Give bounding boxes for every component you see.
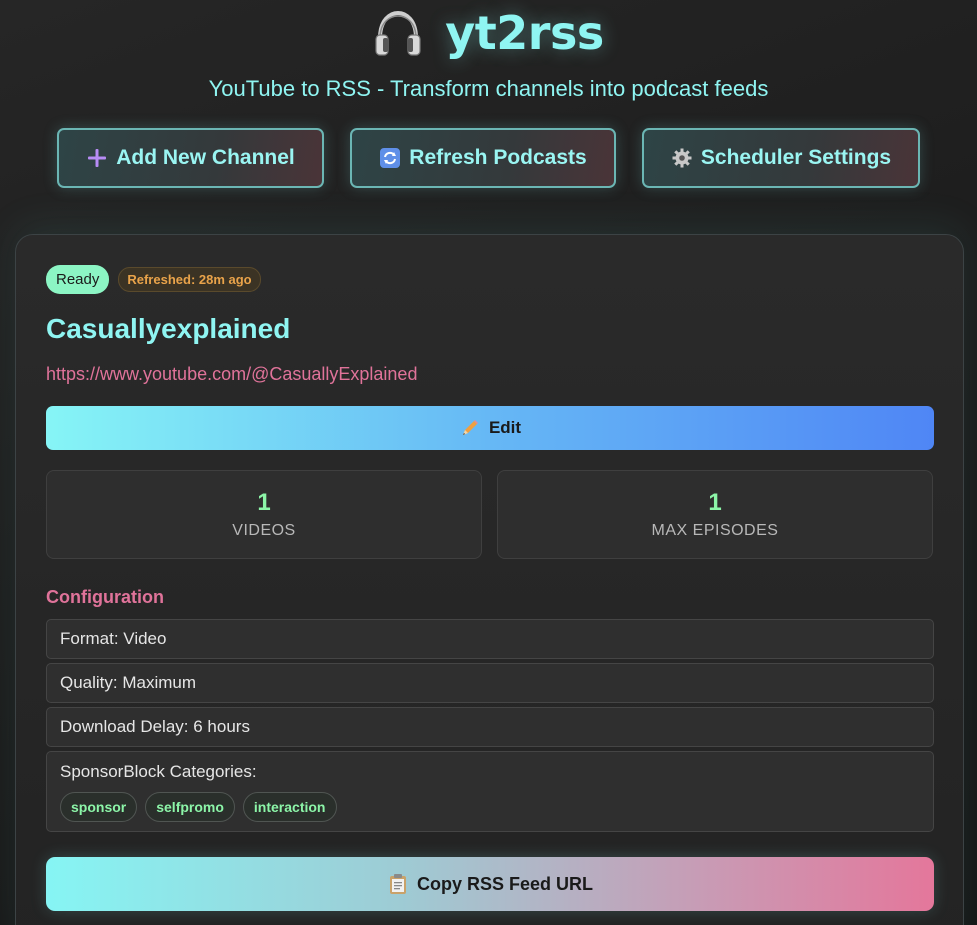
sponsorblock-label: SponsorBlock Categories:	[60, 762, 257, 781]
refresh-podcasts-button[interactable]: Refresh Podcasts	[350, 128, 616, 188]
refresh-podcasts-label: Refresh Podcasts	[409, 146, 587, 169]
videos-stat: 1 VIDEOS	[46, 470, 482, 559]
add-channel-button[interactable]: Add New Channel	[57, 128, 324, 188]
refresh-icon	[379, 147, 401, 169]
add-channel-label: Add New Channel	[116, 146, 295, 169]
app-subtitle: YouTube to RSS - Transform channels into…	[208, 76, 769, 101]
channel-card: Ready Refreshed: 28m ago Casuallyexplain…	[15, 234, 964, 925]
max-episodes-count: 1	[708, 489, 722, 516]
config-download-delay: Download Delay: 6 hours	[46, 707, 934, 747]
edit-button[interactable]: Edit	[46, 406, 934, 450]
app-header: yt2rss YouTube to RSS - Transform channe…	[0, 0, 977, 188]
scheduler-settings-button[interactable]: Scheduler Settings	[642, 128, 920, 188]
status-badge: Ready	[46, 265, 110, 294]
gear-icon	[671, 147, 693, 169]
pencil-icon	[459, 417, 481, 439]
edit-label: Edit	[488, 418, 522, 437]
sponsorblock-tag: selfpromo	[145, 792, 235, 822]
configuration-list: Format: Video Quality: Maximum Download …	[46, 619, 934, 836]
scheduler-settings-label: Scheduler Settings	[700, 146, 892, 169]
sponsorblock-tag: interaction	[242, 792, 337, 822]
plus-icon	[86, 147, 108, 169]
refreshed-badge: Refreshed: 28m ago	[118, 267, 261, 292]
config-format: Format: Video	[46, 619, 934, 659]
videos-count: 1	[257, 489, 271, 516]
config-sponsorblock: SponsorBlock Categories: sponsor selfpro…	[46, 751, 934, 832]
clipboard-icon	[387, 873, 409, 895]
app-title: yt2rss	[445, 6, 604, 60]
status-badges: Ready Refreshed: 28m ago	[46, 265, 261, 294]
title-row: yt2rss	[0, 2, 977, 64]
copy-rss-feed-button[interactable]: Copy RSS Feed URL	[46, 857, 934, 911]
configuration-heading: Configuration	[46, 587, 164, 607]
config-quality: Quality: Maximum	[46, 663, 934, 703]
videos-label: VIDEOS	[232, 522, 296, 539]
max-episodes-label: MAX EPISODES	[651, 522, 779, 539]
sponsorblock-tag: sponsor	[60, 792, 138, 822]
max-episodes-stat: 1 MAX EPISODES	[497, 470, 933, 559]
headphones-icon	[375, 10, 421, 56]
channel-url-link[interactable]: https://www.youtube.com/@CasuallyExplain…	[46, 364, 417, 385]
copy-rss-feed-label: Copy RSS Feed URL	[416, 873, 594, 894]
channel-name: Casuallyexplained	[46, 313, 291, 344]
stats-row: 1 VIDEOS 1 MAX EPISODES	[46, 470, 933, 559]
action-bar: Add New Channel Refresh Podcasts Schedul…	[0, 128, 977, 188]
sponsorblock-tags: sponsor selfpromo interaction	[60, 792, 337, 822]
